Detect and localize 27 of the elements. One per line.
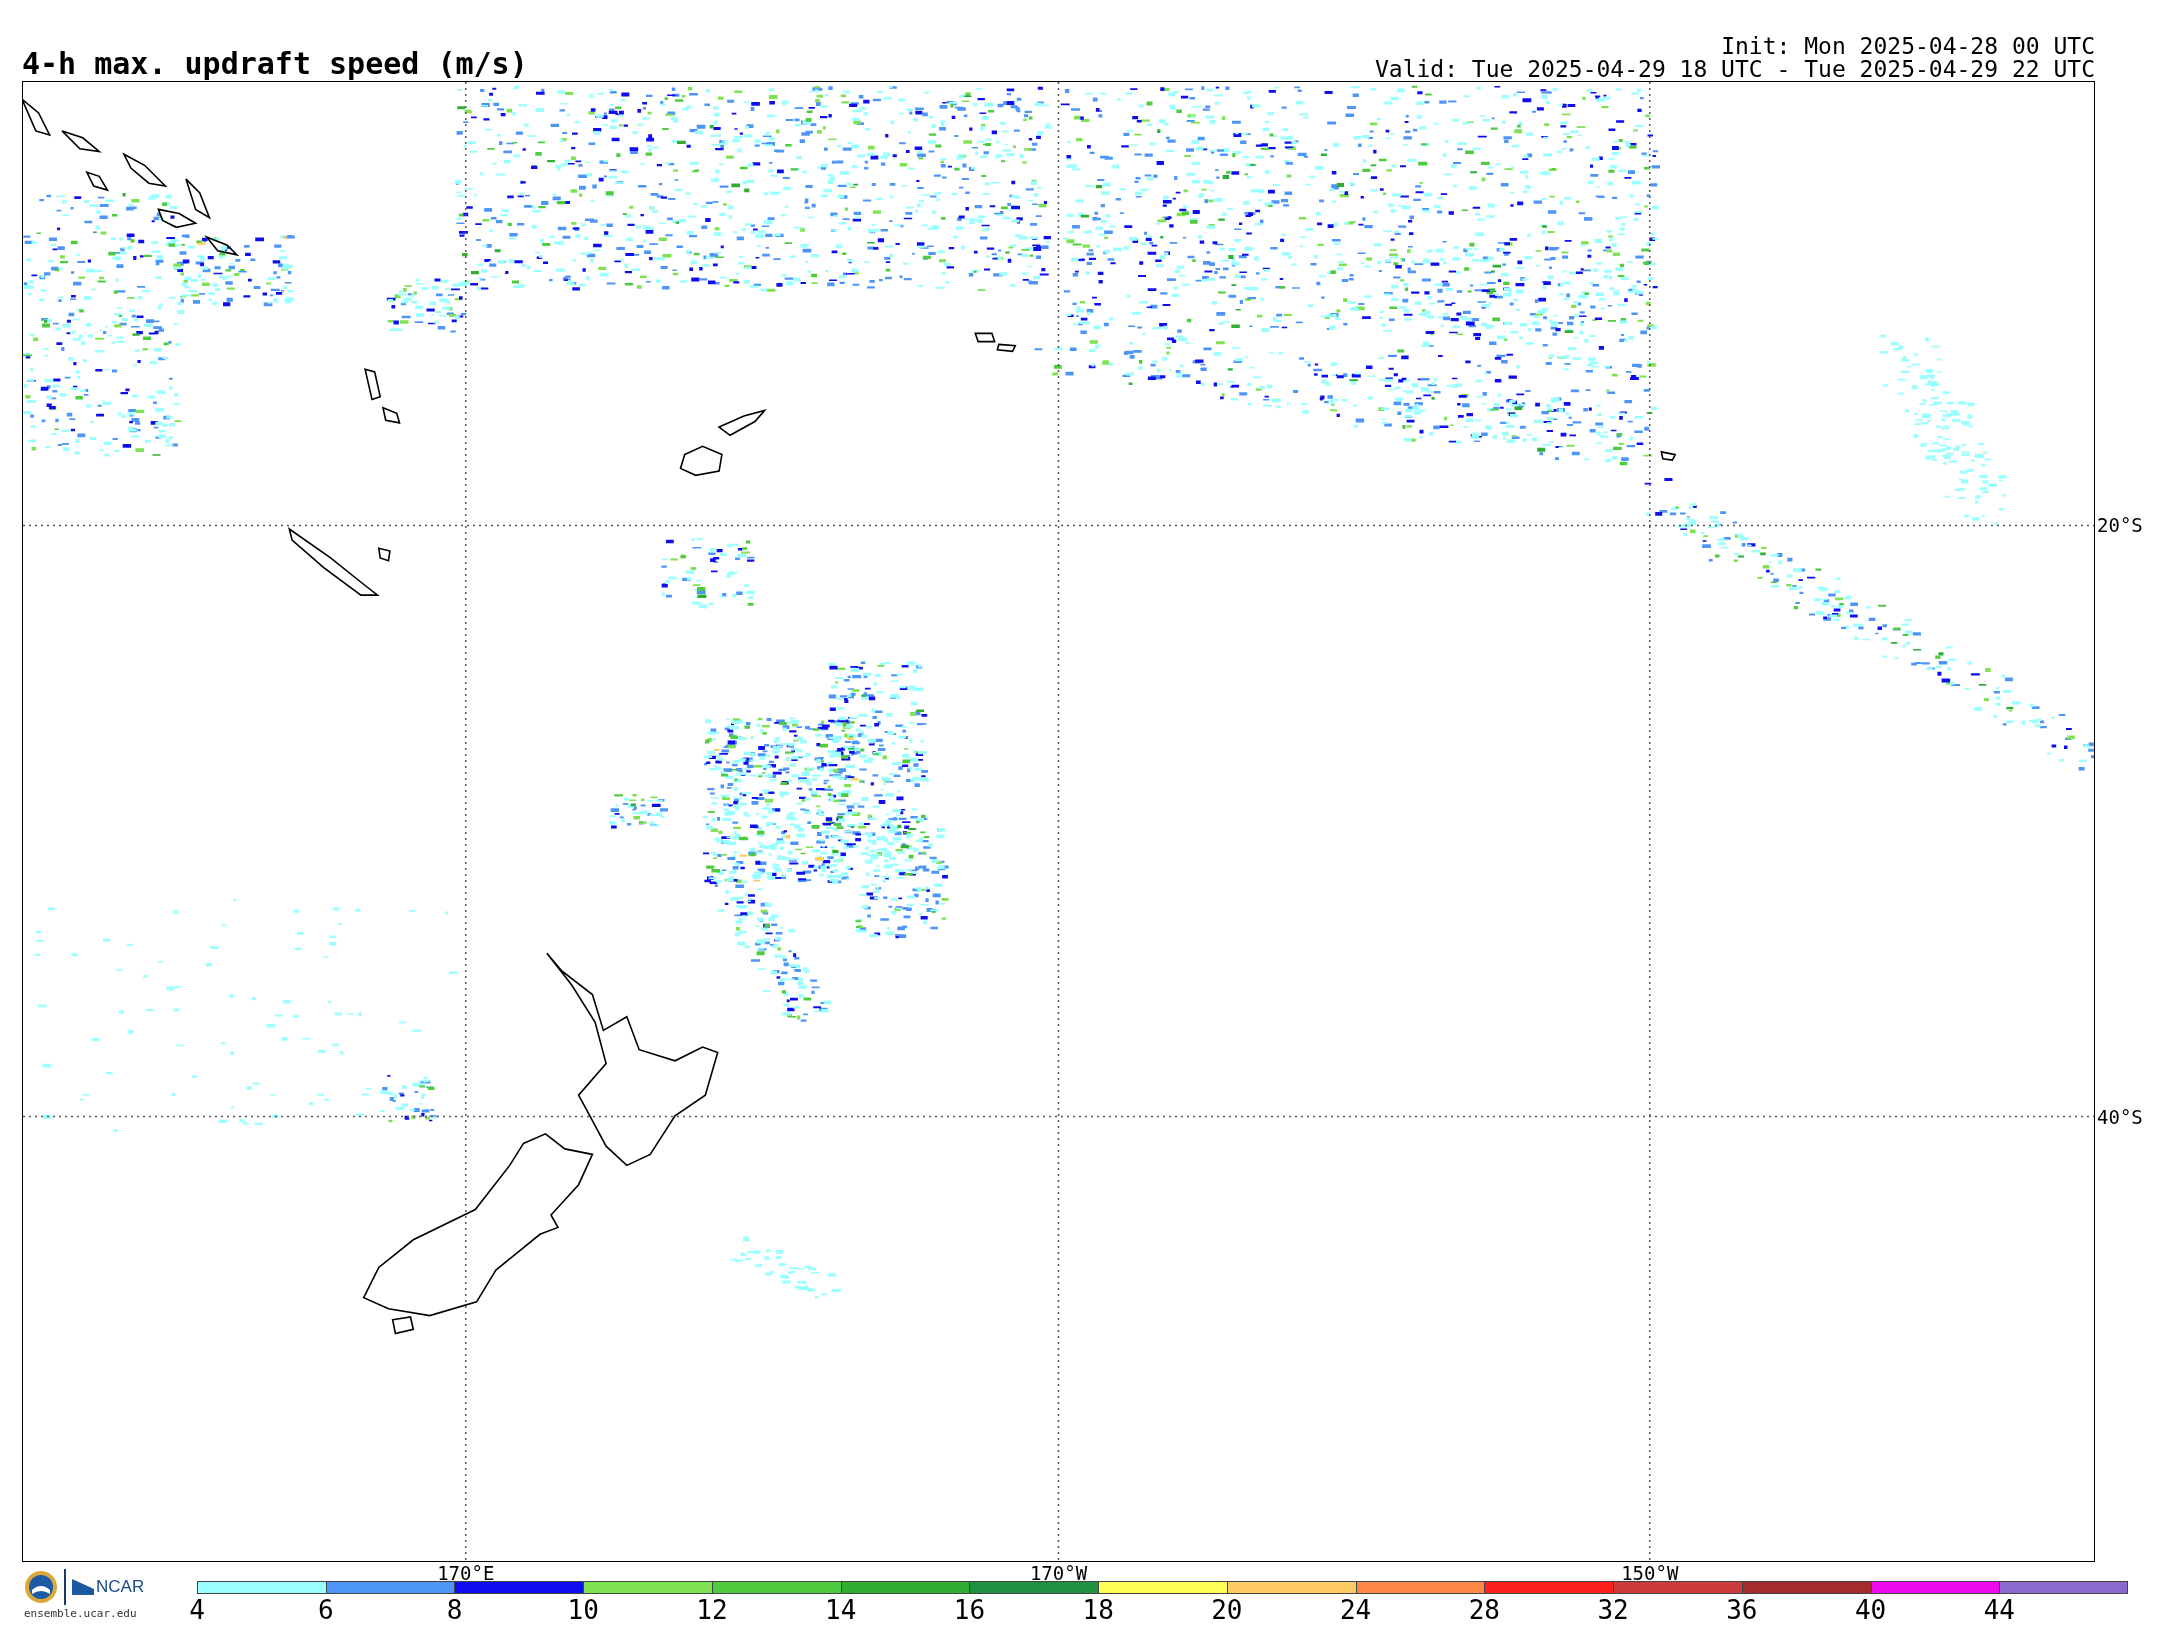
org-name: NCAR [96, 1577, 145, 1597]
tick-label: 28 [1468, 1595, 1500, 1625]
tick-label: 12 [696, 1595, 728, 1625]
tick-label: 44 [1983, 1595, 2015, 1625]
latitude-label: 20°S [2096, 515, 2143, 536]
tick-label: 36 [1726, 1595, 1758, 1625]
tick-label: 8 [446, 1595, 463, 1625]
tick-label: 14 [825, 1595, 857, 1625]
latitude-label: 40°S [2096, 1106, 2143, 1127]
tick-label: 10 [567, 1595, 599, 1625]
init-time: Init: Mon 2025-04-28 00 UTC [1721, 35, 2095, 58]
triangle-icon [72, 1579, 94, 1595]
seal-icon [24, 1570, 58, 1604]
site-address: ensemble.ucar.edu [24, 1607, 137, 1620]
chart-title: 4-h max. updraft speed (m/s) [22, 48, 528, 80]
tick-label: 24 [1339, 1595, 1372, 1625]
tick-label: 6 [317, 1595, 334, 1625]
tick-label: 16 [953, 1595, 986, 1625]
tick-label: 40 [1854, 1595, 1887, 1625]
longitude-label: 170°W [1029, 1563, 1088, 1583]
tick-label: 18 [1082, 1595, 1114, 1625]
valid-time: Valid: Tue 2025-04-29 18 UTC - Tue 2025-04-29 22 UTC [1374, 58, 2095, 81]
tick-label: 20 [1211, 1595, 1243, 1625]
longitude-label: 170°E [437, 1563, 495, 1583]
longitude-label: 150°W [1621, 1563, 1679, 1583]
tick-label: 32 [1597, 1595, 1629, 1625]
tick-label: 4 [189, 1595, 205, 1625]
